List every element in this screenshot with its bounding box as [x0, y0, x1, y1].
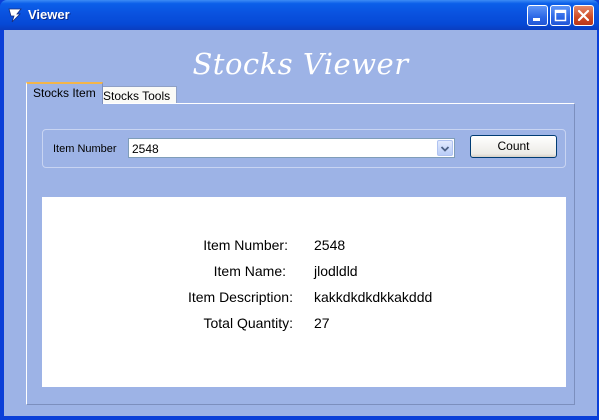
detail-value: 2548 — [314, 237, 346, 253]
item-number-label: Item Number — [53, 143, 117, 155]
close-icon — [577, 9, 590, 22]
item-selection-group: Item Number 2548 Count — [42, 129, 566, 168]
detail-value: kakkdkdkdkkakddd — [314, 289, 433, 305]
app-heading: Stocks Viewer — [192, 47, 409, 81]
maximize-icon — [554, 9, 567, 22]
detail-row-item-description: Item Description: kakkdkdkdkkakddd — [42, 289, 566, 307]
application-window: Viewer Stocks Viewer Stocks Item Stocks … — [0, 0, 599, 420]
item-number-combobox[interactable]: 2548 — [128, 138, 455, 158]
detail-row-item-number: Item Number: 2548 — [42, 237, 566, 255]
chevron-down-icon — [440, 146, 450, 152]
count-button[interactable]: Count — [470, 135, 557, 158]
maximize-button[interactable] — [550, 5, 571, 26]
close-button[interactable] — [573, 5, 594, 26]
tab-stocks-item[interactable]: Stocks Item — [26, 82, 103, 104]
title-bar[interactable]: Viewer — [0, 0, 599, 30]
window-title: Viewer — [28, 7, 70, 22]
detail-value: 27 — [314, 315, 330, 331]
minimize-icon — [533, 18, 540, 21]
detail-row-total-quantity: Total Quantity: 27 — [42, 315, 566, 333]
tab-panel-stocks-item: Item Number 2548 Count Item Number: 2548 — [26, 103, 575, 405]
detail-value: jlodldld — [314, 263, 358, 279]
detail-label: Total Quantity: — [203, 315, 294, 331]
app-logo-icon — [7, 7, 23, 23]
detail-label: Item Name: — [213, 263, 286, 279]
window-client-area: Stocks Viewer Stocks Item Stocks Tools I… — [4, 30, 597, 418]
dropdown-button[interactable] — [437, 140, 453, 156]
item-number-value: 2548 — [132, 142, 159, 156]
item-details-panel: Item Number: 2548 Item Name: jlodldld It… — [42, 197, 566, 387]
minimize-button[interactable] — [527, 5, 548, 26]
detail-row-item-name: Item Name: jlodldld — [42, 263, 566, 281]
detail-label: Item Number: — [203, 237, 288, 253]
window-frame-bottom — [0, 416, 599, 420]
tab-stocks-tools[interactable]: Stocks Tools — [96, 86, 178, 104]
detail-label: Item Description: — [187, 289, 293, 305]
